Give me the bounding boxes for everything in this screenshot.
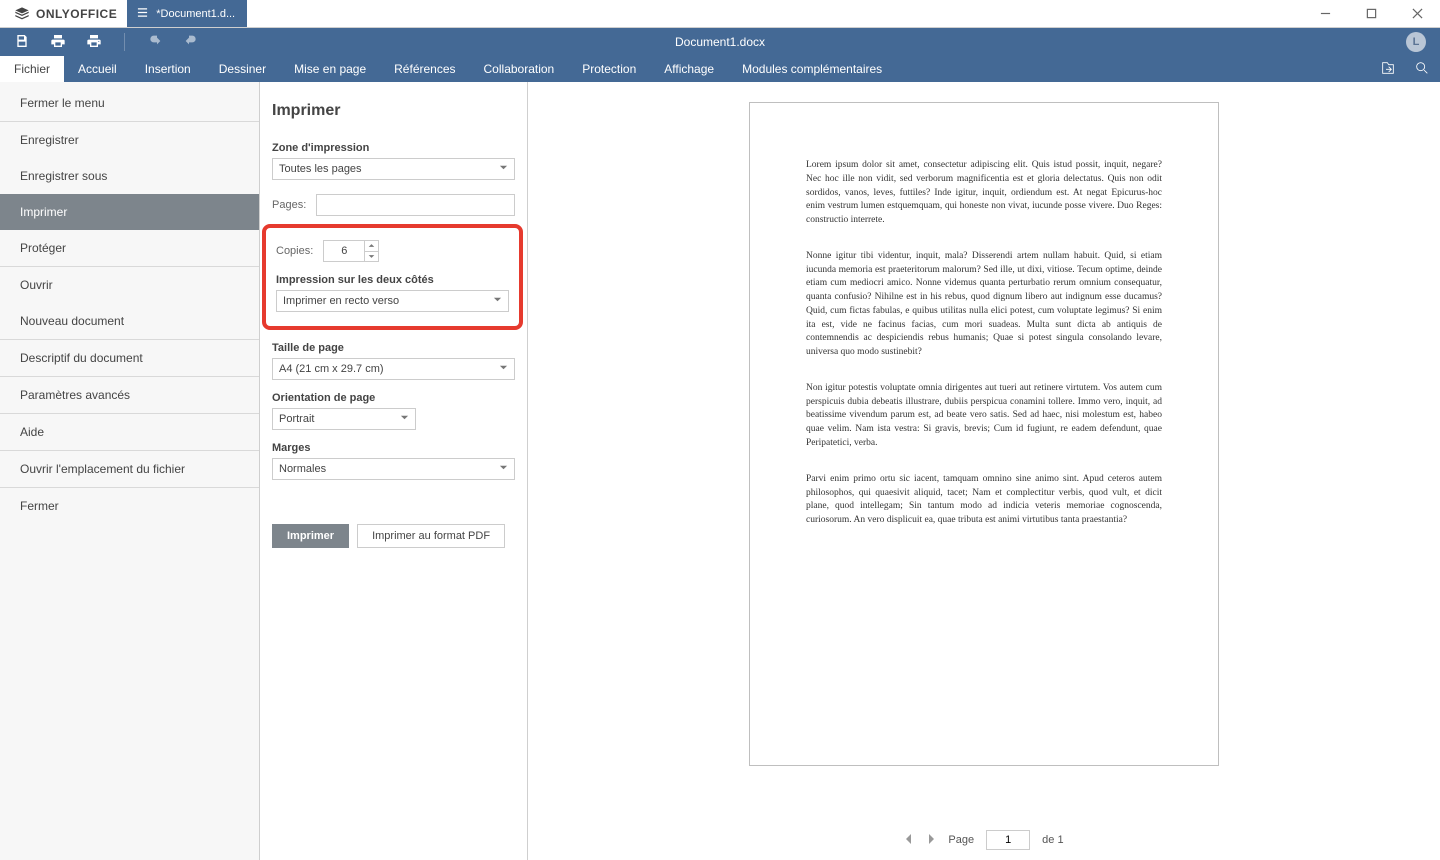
main-area: Fermer le menuEnregistrerEnregistrer sou…: [0, 82, 1440, 860]
sidebar-item-ouvrir-l-emplacement-du-fichier[interactable]: Ouvrir l'emplacement du fichier: [0, 451, 259, 487]
menu-tab-protection[interactable]: Protection: [568, 56, 650, 82]
tab-close-icon[interactable]: [247, 8, 256, 20]
stack-icon: [14, 6, 30, 22]
menu-tab-fichier[interactable]: Fichier: [0, 56, 64, 82]
undo-icon[interactable]: [147, 33, 163, 52]
app-logo: ONLYOFFICE: [0, 6, 127, 22]
prev-page-icon[interactable]: [904, 833, 914, 848]
file-sidebar: Fermer le menuEnregistrerEnregistrer sou…: [0, 82, 260, 860]
preview-paragraph: Nonne igitur tibi videntur, inquit, mala…: [806, 250, 1162, 360]
page-label: Page: [948, 834, 974, 846]
quick-print-icon[interactable]: [86, 33, 102, 52]
chevron-down-icon: [400, 413, 409, 425]
next-page-icon[interactable]: [926, 833, 936, 848]
menu-tab-dessiner[interactable]: Dessiner: [205, 56, 280, 82]
chevron-down-icon: [499, 463, 508, 475]
sidebar-item-nouveau-document[interactable]: Nouveau document: [0, 303, 259, 339]
margins-select[interactable]: Normales: [272, 458, 515, 480]
sidebar-item-fermer[interactable]: Fermer: [0, 488, 259, 524]
sidebar-item-imprimer[interactable]: Imprimer: [0, 194, 259, 230]
sidebar-item-param-tres-avanc-s[interactable]: Paramètres avancés: [0, 377, 259, 413]
spinner-up-icon[interactable]: [365, 241, 378, 252]
minimize-button[interactable]: [1302, 0, 1348, 28]
preview-canvas[interactable]: Lorem ipsum dolor sit amet, consectetur …: [528, 82, 1440, 820]
print-pdf-button[interactable]: Imprimer au format PDF: [357, 524, 505, 548]
page-number-input[interactable]: [986, 830, 1030, 850]
save-icon[interactable]: [14, 33, 30, 52]
print-zone-select[interactable]: Toutes les pages: [272, 158, 515, 180]
menu-tab-collaboration[interactable]: Collaboration: [470, 56, 569, 82]
copies-label: Copies:: [276, 245, 313, 257]
menubar: FichierAccueilInsertionDessinerMise en p…: [0, 56, 1440, 82]
search-icon[interactable]: [1414, 60, 1430, 79]
document-tab-title: *Document1.d...: [156, 8, 235, 20]
sidebar-item-aide[interactable]: Aide: [0, 414, 259, 450]
copies-value: 6: [324, 241, 364, 261]
toolbar-separator: [124, 33, 125, 51]
orientation-select[interactable]: Portrait: [272, 408, 416, 430]
spinner-down-icon[interactable]: [365, 252, 378, 262]
pages-input[interactable]: [316, 194, 515, 216]
menu-tab-mise-en-page[interactable]: Mise en page: [280, 56, 380, 82]
document-tab[interactable]: *Document1.d...: [127, 0, 247, 27]
app-name: ONLYOFFICE: [36, 7, 117, 21]
menu-tab-modules-complémentaires[interactable]: Modules complémentaires: [728, 56, 896, 82]
chevron-down-icon: [493, 295, 502, 307]
pagesize-select[interactable]: A4 (21 cm x 29.7 cm): [272, 358, 515, 380]
menu-tab-affichage[interactable]: Affichage: [650, 56, 728, 82]
duplex-select[interactable]: Imprimer en recto verso: [276, 290, 509, 312]
quick-toolbar: Document1.docx L: [0, 28, 1440, 56]
print-icon[interactable]: [50, 33, 66, 52]
sidebar-item-enregistrer[interactable]: Enregistrer: [0, 122, 259, 158]
menu-tab-insertion[interactable]: Insertion: [131, 56, 205, 82]
copies-duplex-highlight: Copies: 6 Impression sur les deux côtés …: [262, 224, 523, 330]
sidebar-item-fermer-le-menu[interactable]: Fermer le menu: [0, 82, 259, 121]
hamburger-icon: [137, 7, 148, 21]
orientation-label: Orientation de page: [272, 392, 515, 404]
print-button[interactable]: Imprimer: [272, 524, 349, 548]
avatar[interactable]: L: [1406, 32, 1426, 52]
preview-paragraph: Parvi enim primo ortu sic iacent, tamqua…: [806, 473, 1162, 528]
document-title: Document1.docx: [675, 35, 765, 49]
chevron-down-icon: [499, 363, 508, 375]
redo-icon[interactable]: [183, 33, 199, 52]
menu-tab-accueil[interactable]: Accueil: [64, 56, 131, 82]
pages-label: Pages:: [272, 199, 306, 211]
window-buttons: [1302, 0, 1440, 28]
menu-tab-références[interactable]: Références: [380, 56, 469, 82]
sidebar-item-enregistrer-sous[interactable]: Enregistrer sous: [0, 158, 259, 194]
chevron-down-icon: [499, 163, 508, 175]
copies-spinner[interactable]: 6: [323, 240, 379, 262]
preview-paragraph: Lorem ipsum dolor sit amet, consectetur …: [806, 159, 1162, 228]
page-of-label: de 1: [1042, 834, 1063, 846]
duplex-label: Impression sur les deux côtés: [276, 274, 509, 286]
margins-label: Marges: [272, 442, 515, 454]
preview-page: Lorem ipsum dolor sit amet, consectetur …: [749, 102, 1219, 766]
sidebar-item-ouvrir[interactable]: Ouvrir: [0, 267, 259, 303]
preview-paragraph: Non igitur potestis voluptate omnia diri…: [806, 382, 1162, 451]
maximize-button[interactable]: [1348, 0, 1394, 28]
sidebar-item-descriptif-du-document[interactable]: Descriptif du document: [0, 340, 259, 376]
titlebar: ONLYOFFICE *Document1.d...: [0, 0, 1440, 28]
close-button[interactable]: [1394, 0, 1440, 28]
print-panel-title: Imprimer: [272, 102, 515, 120]
print-zone-label: Zone d'impression: [272, 142, 515, 154]
print-panel: Imprimer Zone d'impression Toutes les pa…: [260, 82, 528, 860]
print-preview: Lorem ipsum dolor sit amet, consectetur …: [528, 82, 1440, 860]
sidebar-item-prot-ger[interactable]: Protéger: [0, 230, 259, 266]
preview-footer: Page de 1: [528, 820, 1440, 860]
pagesize-label: Taille de page: [272, 342, 515, 354]
open-location-icon[interactable]: [1380, 60, 1396, 79]
